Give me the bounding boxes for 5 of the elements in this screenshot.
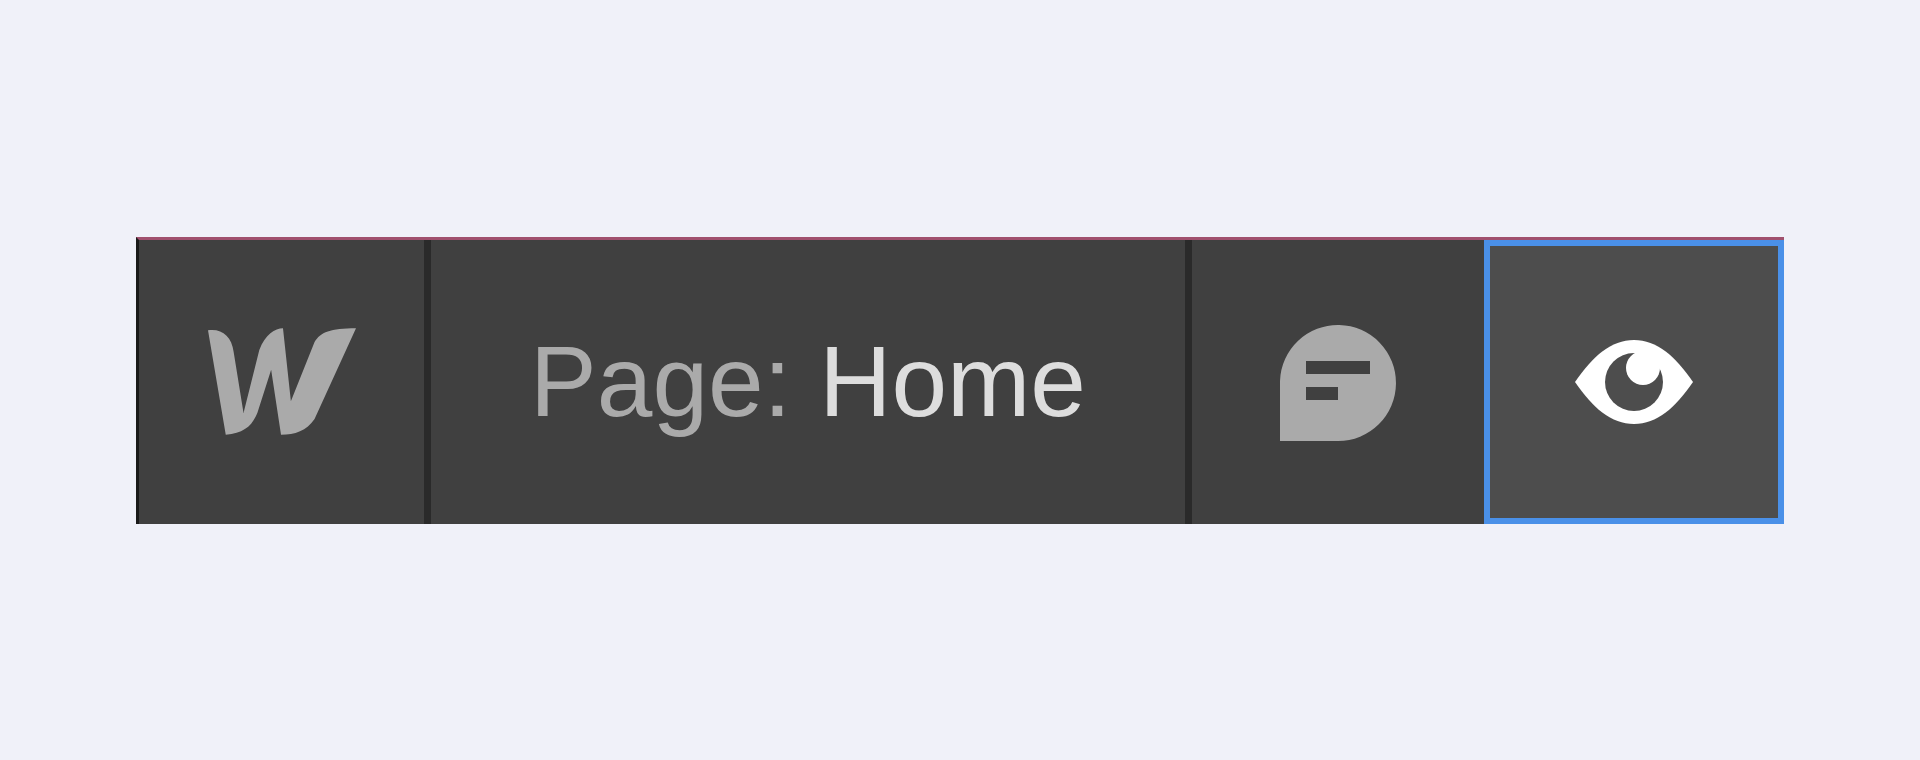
- comment-icon: [1280, 322, 1396, 441]
- preview-button[interactable]: [1484, 239, 1784, 524]
- logo-icon: [207, 328, 356, 435]
- page-title: Page: Home: [530, 324, 1086, 439]
- eye-icon: [1575, 339, 1693, 424]
